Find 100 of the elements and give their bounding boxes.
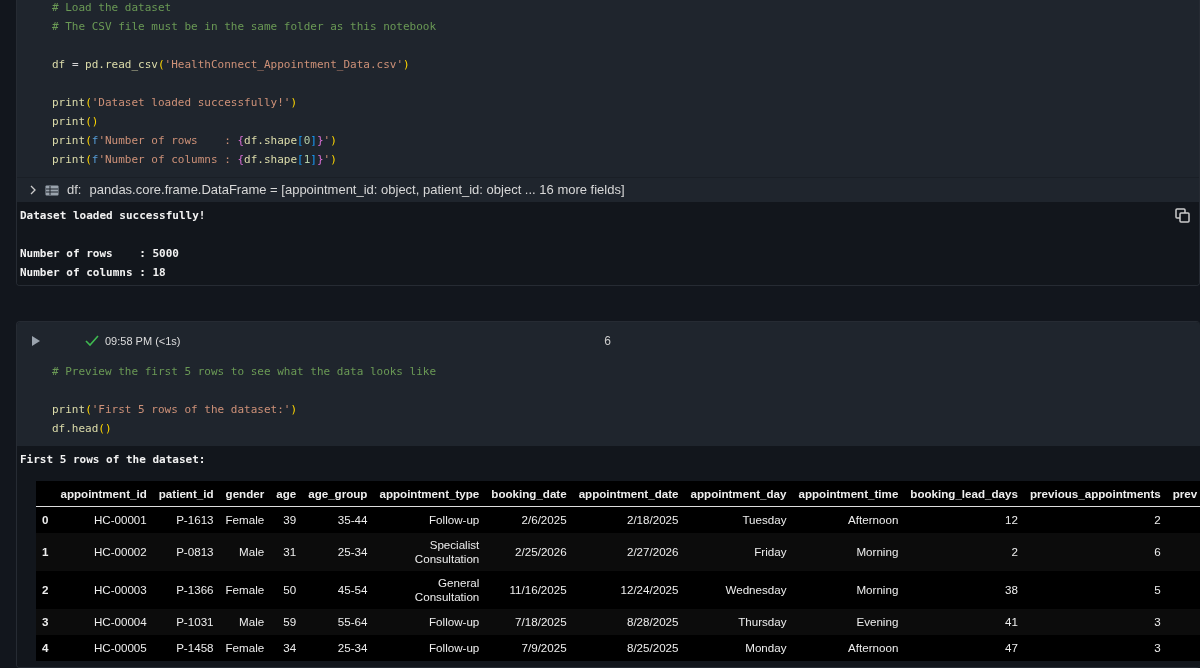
column-header: gender <box>219 481 271 507</box>
table-cell: Thursday <box>684 608 793 635</box>
column-header: booking_lead_days <box>904 481 1024 507</box>
table-cell: 2/18/2025 <box>572 506 685 533</box>
table-cell: 8/25/2025 <box>572 634 685 661</box>
table-cell: P-1031 <box>152 608 220 635</box>
table-cell: Female <box>219 634 271 661</box>
column-header: appointment_day <box>684 481 793 507</box>
code-line: # Preview the first 5 rows to see what the data looks like <box>52 364 438 380</box>
table-cell: 47 <box>904 634 1024 661</box>
row-index: 1 <box>36 532 55 571</box>
table-cell: 2/6/2025 <box>485 506 573 533</box>
table-cell: 5 <box>1023 570 1167 609</box>
table-cell: 7/9/2025 <box>485 634 573 661</box>
table-cell: Female <box>219 506 271 533</box>
table-cell: Wednesday <box>684 570 793 609</box>
code-line: print(f'Number of columns : {df.shape[1]}') <box>52 152 338 168</box>
table-cell: 45-54 <box>302 570 374 609</box>
table-cell: 6 <box>1023 532 1167 571</box>
table-cell: P-0813 <box>152 532 220 571</box>
table-cell: Afternoon <box>792 634 905 661</box>
cell-number: 6 <box>604 333 611 350</box>
column-header: patient_id <box>152 481 220 507</box>
table-cell: 25-34 <box>302 634 374 661</box>
column-header: previous_appointments <box>1023 481 1167 507</box>
table-cell: Evening <box>792 608 905 635</box>
table-cell: Specialist Consultation <box>373 532 486 571</box>
table-cell: Tuesday <box>684 506 793 533</box>
column-header: appointment_id <box>54 481 153 507</box>
table-cell: 59 <box>270 608 303 635</box>
code-line: print() <box>52 114 100 130</box>
column-header: appointment_time <box>792 481 905 507</box>
table-cell: 39 <box>270 506 303 533</box>
code-line: # The CSV file must be in the same folder as this notebook <box>52 19 438 35</box>
table-cell: HC-00001 <box>54 506 153 533</box>
code-line: df = pd.read_csv('HealthConnect_Appointment_Data.csv') <box>52 57 411 73</box>
column-header: booking_date <box>485 481 573 507</box>
table-cell: 2 <box>1023 506 1167 533</box>
code-line: df.head() <box>52 421 113 437</box>
column-header: age <box>270 481 303 507</box>
table-cell: Friday <box>684 532 793 571</box>
table-cell: 34 <box>270 634 303 661</box>
table-cell: Afternoon <box>792 506 905 533</box>
run-icon[interactable] <box>31 335 41 347</box>
table-cell: General Consultation <box>373 570 486 609</box>
table-cell: HC-00003 <box>54 570 153 609</box>
table-cell: HC-00004 <box>54 608 153 635</box>
copy-icon[interactable] <box>1175 208 1190 223</box>
table-cell: HC-00005 <box>54 634 153 661</box>
table-cell: 31 <box>270 532 303 571</box>
variable-name: df: <box>67 181 82 200</box>
table-cell: 3 <box>1023 634 1167 661</box>
table-cell: 2 <box>904 532 1024 571</box>
table-cell: Follow-up <box>373 608 486 635</box>
row-index: 4 <box>36 634 55 661</box>
row-index: 2 <box>36 570 55 609</box>
table-cell: P-1613 <box>152 506 220 533</box>
output-line: Dataset loaded successfully! <box>20 208 206 224</box>
table-cell: 55-64 <box>302 608 374 635</box>
run-time: 09:58 PM (<1s) <box>105 333 181 349</box>
column-header: prev <box>1166 481 1200 507</box>
table-cell: 8/28/2025 <box>572 608 685 635</box>
column-header: appointment_type <box>373 481 486 507</box>
variable-type: pandas.core.frame.DataFrame = [appointment_id: object, patient_id: object ... 16 more fields] <box>89 181 625 200</box>
table-cell: Follow-up <box>373 634 486 661</box>
table-cell: 38 <box>904 570 1024 609</box>
chevron-icon[interactable] <box>29 185 37 195</box>
table-cell: 2/25/2026 <box>485 532 573 571</box>
table-cell: 3 <box>1023 608 1167 635</box>
table-cell: Follow-up <box>373 506 486 533</box>
table-cell: Male <box>219 608 271 635</box>
table-cell: 2/27/2026 <box>572 532 685 571</box>
table-cell: 11/16/2025 <box>485 570 573 609</box>
table-icon <box>45 184 59 196</box>
output-line: Number of rows : 5000 <box>20 246 179 262</box>
table-cell: 25-34 <box>302 532 374 571</box>
table-cell: Male <box>219 532 271 571</box>
table-cell: P-1366 <box>152 570 220 609</box>
column-header: age_group <box>302 481 374 507</box>
table-cell: 41 <box>904 608 1024 635</box>
table-cell: 35-44 <box>302 506 374 533</box>
table-cell: P-1458 <box>152 634 220 661</box>
row-index: 3 <box>36 608 55 635</box>
row-index: 0 <box>36 506 55 533</box>
table-cell: Morning <box>792 570 905 609</box>
table-cell: 7/18/2025 <box>485 608 573 635</box>
table-cell: Morning <box>792 532 905 571</box>
code-line: print(f'Number of rows : {df.shape[0]}') <box>52 133 338 149</box>
table-cell: Female <box>219 570 271 609</box>
table-cell: Monday <box>684 634 793 661</box>
column-header: appointment_date <box>572 481 685 507</box>
output-line: Number of columns : 18 <box>20 265 166 281</box>
code-line: print('Dataset loaded successfully!') <box>52 95 299 111</box>
table-cell: 12 <box>904 506 1024 533</box>
table-cell: HC-00002 <box>54 532 153 571</box>
code-line: # Load the dataset <box>52 0 173 16</box>
output-line: First 5 rows of the dataset: <box>20 452 206 468</box>
table-cell: 50 <box>270 570 303 609</box>
table-cell: 12/24/2025 <box>572 570 685 609</box>
code-line: print('First 5 rows of the dataset:') <box>52 402 299 418</box>
